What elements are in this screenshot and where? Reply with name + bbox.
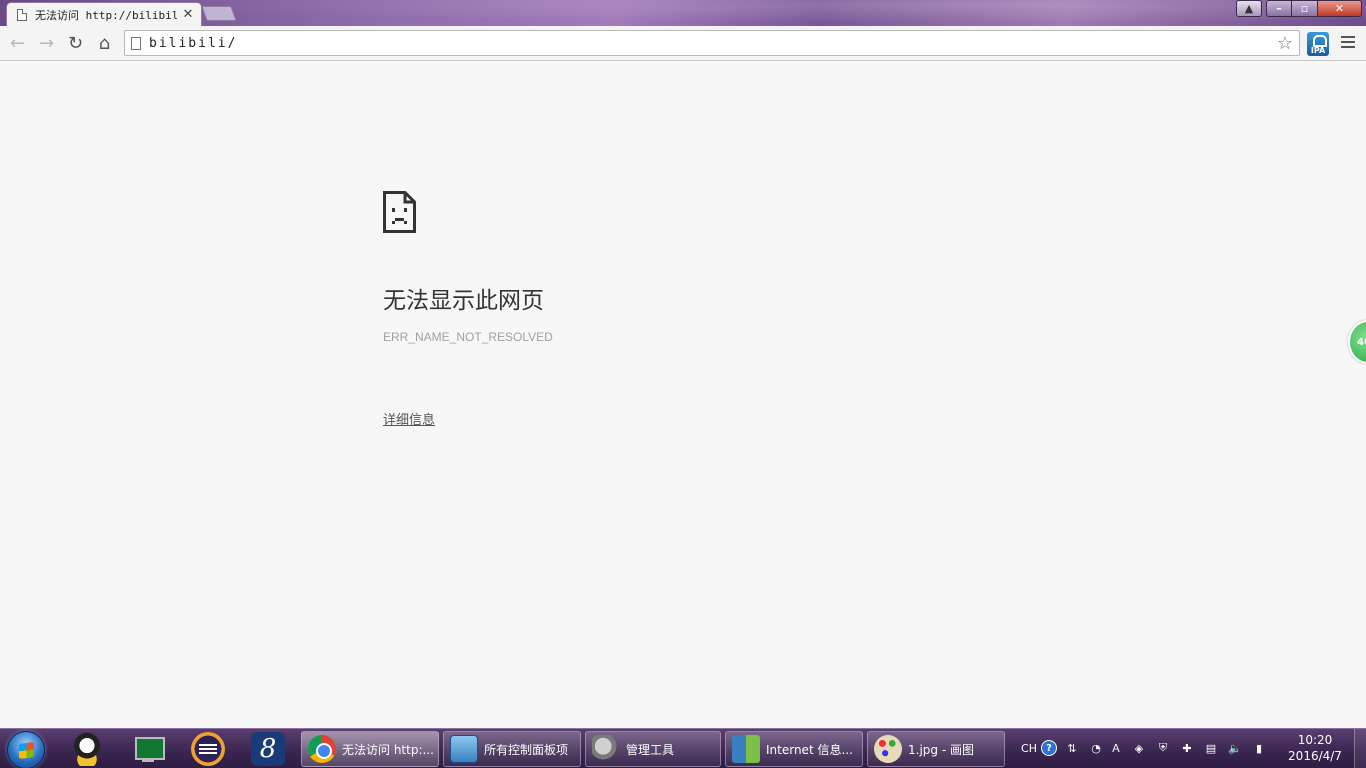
task-admin-tools[interactable]: 管理工具	[585, 731, 721, 767]
task-label: 无法访问 http:...	[342, 742, 434, 757]
home-icon[interactable]: ⌂	[90, 29, 119, 57]
new-tab-button[interactable]	[201, 6, 237, 21]
qq-icon[interactable]	[70, 732, 104, 766]
reload-icon[interactable]: ↻	[61, 29, 90, 57]
task-label: Internet 信息...	[766, 742, 853, 757]
error-title: 无法显示此网页	[383, 288, 544, 314]
app-tray-icon[interactable]: ◈	[1131, 740, 1147, 756]
chrome-icon	[308, 735, 336, 763]
iis-icon	[732, 735, 760, 763]
task-control-panel[interactable]: 所有控制面板项	[443, 731, 581, 767]
control-panel-icon	[450, 735, 478, 763]
plus-icon[interactable]: ✚	[1179, 740, 1195, 756]
eclipse-icon[interactable]	[191, 732, 225, 766]
close-tab-icon[interactable]: ✕	[181, 7, 195, 22]
maximize-button[interactable]: ▫	[1292, 0, 1318, 17]
shield-icon[interactable]: ⛨	[1155, 740, 1171, 756]
clock-time: 10:20	[1297, 733, 1333, 747]
taskbar: 8 无法访问 http:... 所有控制面板项 管理工具 Internet 信息…	[0, 728, 1366, 768]
minimize-button[interactable]: –	[1266, 0, 1292, 17]
page-icon	[131, 36, 141, 50]
system-monitor-icon[interactable]	[131, 732, 165, 766]
back-icon[interactable]: ←	[3, 29, 32, 57]
signal-icon[interactable]: ▮	[1251, 740, 1267, 756]
app-8-icon[interactable]: 8	[251, 732, 285, 766]
tab-title: 无法访问 http://bilibili	[35, 8, 177, 22]
error-code: ERR_NAME_NOT_RESOLVED	[383, 330, 553, 344]
ipa-extension-icon[interactable]: IPA	[1307, 32, 1329, 56]
device-icon[interactable]: ▤	[1203, 740, 1219, 756]
volume-icon[interactable]: 🔈	[1227, 740, 1243, 756]
browser-tab[interactable]: 无法访问 http://bilibili ✕	[6, 2, 202, 26]
task-chrome[interactable]: 无法访问 http:...	[301, 731, 439, 767]
clock-date: 2016/4/7	[1288, 749, 1342, 763]
paint-icon	[874, 735, 902, 763]
clock[interactable]: 10:20 2016/4/7	[1280, 732, 1350, 764]
system-tray: CH ? ⇅ ◔ Ａ ◈ ⛨ ✚ ▤ 🔈 ▮ 10:20 2016/4/7	[1010, 729, 1366, 768]
start-button[interactable]	[7, 731, 45, 768]
task-label: 所有控制面板项	[484, 742, 569, 757]
language-indicator[interactable]: CH	[1020, 740, 1038, 756]
tab-strip: 无法访问 http://bilibili ✕ ▲ – ▫ ✕	[0, 0, 1366, 26]
floating-speed-badge[interactable]: 46	[1348, 320, 1366, 364]
security-scan-icon[interactable]: ◔	[1088, 740, 1104, 756]
window-controls: ▲ – ▫ ✕	[1236, 0, 1362, 17]
task-iis[interactable]: Internet 信息...	[725, 731, 863, 767]
url-text[interactable]: bilibili/	[149, 36, 1277, 51]
page-icon	[17, 8, 27, 21]
page-content: 无法显示此网页 ERR_NAME_NOT_RESOLVED 详细信息 46	[0, 61, 1366, 728]
network-activity-icon[interactable]: ⇅	[1064, 740, 1080, 756]
details-link[interactable]: 详细信息	[383, 409, 435, 428]
task-label: 管理工具	[626, 742, 675, 757]
bookmark-star-icon[interactable]: ☆	[1277, 33, 1293, 54]
admin-tools-icon	[592, 735, 620, 763]
address-bar[interactable]: bilibili/ ☆	[124, 30, 1300, 56]
close-window-button[interactable]: ✕	[1318, 0, 1362, 17]
show-desktop-button[interactable]	[1354, 729, 1366, 768]
input-method-icon[interactable]: Ａ	[1108, 740, 1124, 756]
help-icon[interactable]: ?	[1041, 740, 1057, 756]
browser-toolbar: ← → ↻ ⌂ bilibili/ ☆ IPA	[0, 26, 1366, 61]
task-paint[interactable]: 1.jpg - 画图	[867, 731, 1005, 767]
profile-icon[interactable]: ▲	[1236, 0, 1262, 17]
task-label: 1.jpg - 画图	[908, 742, 974, 757]
sad-document-icon	[383, 191, 416, 233]
menu-icon[interactable]	[1340, 34, 1356, 50]
forward-icon[interactable]: →	[32, 29, 61, 57]
